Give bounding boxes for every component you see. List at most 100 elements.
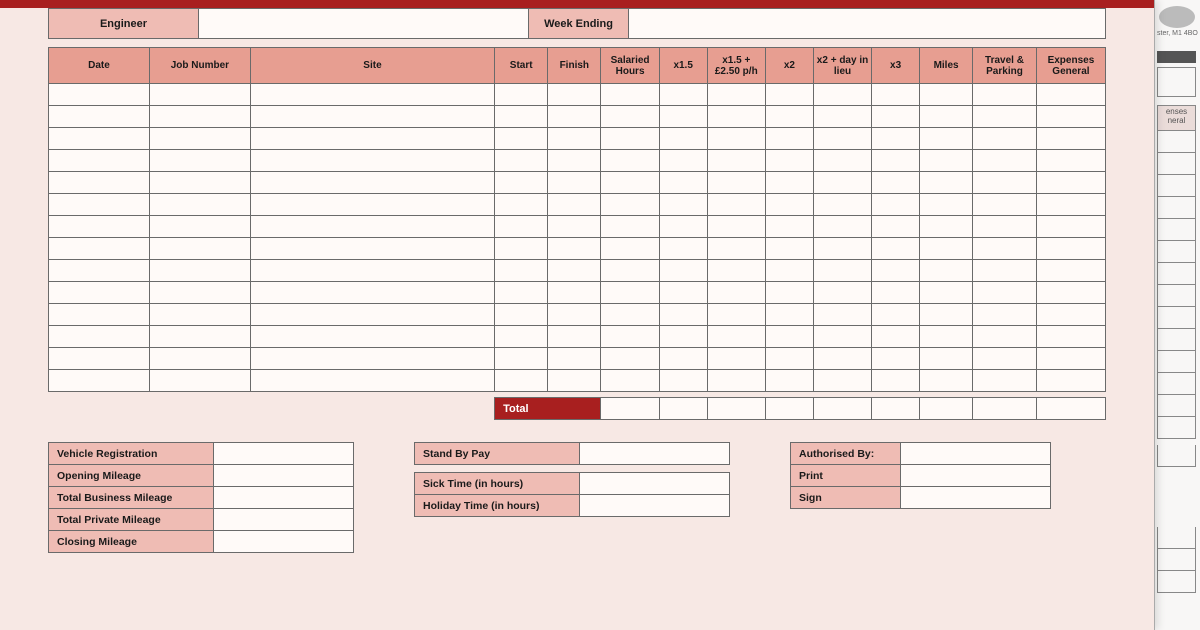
grid-cell[interactable]: [920, 238, 973, 260]
grid-cell[interactable]: [920, 150, 973, 172]
grid-cell[interactable]: [495, 304, 548, 326]
grid-cell[interactable]: [49, 194, 150, 216]
grid-cell[interactable]: [601, 150, 659, 172]
grid-cell[interactable]: [920, 172, 973, 194]
grid-cell[interactable]: [872, 216, 920, 238]
grid-cell[interactable]: [149, 370, 250, 392]
grid-cell[interactable]: [49, 216, 150, 238]
total-salaried[interactable]: [601, 398, 659, 420]
grid-cell[interactable]: [1036, 106, 1105, 128]
grid-cell[interactable]: [920, 84, 973, 106]
grid-cell[interactable]: [659, 282, 707, 304]
grid-cell[interactable]: [707, 282, 765, 304]
grid-cell[interactable]: [1036, 348, 1105, 370]
grid-cell[interactable]: [707, 238, 765, 260]
grid-cell[interactable]: [495, 370, 548, 392]
grid-cell[interactable]: [49, 106, 150, 128]
grid-cell[interactable]: [548, 106, 601, 128]
grid-cell[interactable]: [250, 348, 494, 370]
grid-cell[interactable]: [766, 194, 814, 216]
grid-cell[interactable]: [149, 260, 250, 282]
grid-cell[interactable]: [1036, 128, 1105, 150]
grid-cell[interactable]: [872, 348, 920, 370]
grid-cell[interactable]: [49, 128, 150, 150]
standby-pay-input[interactable]: [580, 443, 730, 465]
grid-cell[interactable]: [659, 172, 707, 194]
grid-cell[interactable]: [149, 128, 250, 150]
grid-cell[interactable]: [813, 150, 871, 172]
grid-cell[interactable]: [548, 260, 601, 282]
grid-cell[interactable]: [659, 150, 707, 172]
closing-mileage-input[interactable]: [214, 531, 354, 553]
grid-cell[interactable]: [548, 326, 601, 348]
grid-cell[interactable]: [495, 150, 548, 172]
grid-cell[interactable]: [920, 282, 973, 304]
sign-input[interactable]: [901, 487, 1051, 509]
grid-cell[interactable]: [1036, 150, 1105, 172]
grid-cell[interactable]: [659, 260, 707, 282]
grid-cell[interactable]: [601, 216, 659, 238]
grid-cell[interactable]: [872, 260, 920, 282]
grid-cell[interactable]: [872, 172, 920, 194]
grid-cell[interactable]: [766, 348, 814, 370]
grid-cell[interactable]: [813, 370, 871, 392]
grid-cell[interactable]: [495, 128, 548, 150]
grid-cell[interactable]: [601, 172, 659, 194]
grid-cell[interactable]: [601, 326, 659, 348]
vehicle-reg-input[interactable]: [214, 443, 354, 465]
grid-cell[interactable]: [1036, 260, 1105, 282]
grid-cell[interactable]: [659, 348, 707, 370]
grid-cell[interactable]: [250, 370, 494, 392]
grid-cell[interactable]: [659, 194, 707, 216]
grid-cell[interactable]: [49, 326, 150, 348]
grid-cell[interactable]: [973, 194, 1037, 216]
grid-cell[interactable]: [920, 216, 973, 238]
grid-cell[interactable]: [813, 128, 871, 150]
grid-cell[interactable]: [495, 282, 548, 304]
grid-cell[interactable]: [49, 370, 150, 392]
grid-cell[interactable]: [973, 150, 1037, 172]
grid-cell[interactable]: [495, 194, 548, 216]
grid-cell[interactable]: [813, 216, 871, 238]
grid-cell[interactable]: [250, 172, 494, 194]
grid-cell[interactable]: [250, 194, 494, 216]
grid-cell[interactable]: [707, 128, 765, 150]
grid-cell[interactable]: [495, 106, 548, 128]
grid-cell[interactable]: [149, 282, 250, 304]
grid-cell[interactable]: [707, 326, 765, 348]
total-x2[interactable]: [766, 398, 814, 420]
grid-cell[interactable]: [659, 106, 707, 128]
grid-cell[interactable]: [973, 348, 1037, 370]
grid-cell[interactable]: [973, 106, 1037, 128]
grid-cell[interactable]: [813, 194, 871, 216]
grid-cell[interactable]: [813, 84, 871, 106]
grid-cell[interactable]: [707, 216, 765, 238]
grid-cell[interactable]: [707, 260, 765, 282]
grid-cell[interactable]: [149, 172, 250, 194]
grid-cell[interactable]: [601, 260, 659, 282]
grid-cell[interactable]: [872, 282, 920, 304]
total-x3[interactable]: [872, 398, 920, 420]
grid-cell[interactable]: [920, 326, 973, 348]
grid-cell[interactable]: [973, 370, 1037, 392]
grid-cell[interactable]: [707, 106, 765, 128]
grid-cell[interactable]: [973, 304, 1037, 326]
grid-cell[interactable]: [601, 194, 659, 216]
grid-cell[interactable]: [813, 260, 871, 282]
grid-cell[interactable]: [920, 106, 973, 128]
grid-cell[interactable]: [766, 84, 814, 106]
grid-cell[interactable]: [49, 260, 150, 282]
grid-cell[interactable]: [766, 106, 814, 128]
grid-cell[interactable]: [250, 128, 494, 150]
total-x1-5-plus[interactable]: [707, 398, 765, 420]
week-ending-input[interactable]: [629, 9, 1106, 39]
grid-cell[interactable]: [601, 106, 659, 128]
private-mileage-input[interactable]: [214, 509, 354, 531]
grid-cell[interactable]: [659, 304, 707, 326]
grid-cell[interactable]: [49, 282, 150, 304]
grid-cell[interactable]: [548, 84, 601, 106]
grid-cell[interactable]: [1036, 326, 1105, 348]
grid-cell[interactable]: [601, 370, 659, 392]
grid-cell[interactable]: [813, 348, 871, 370]
total-x2-lieu[interactable]: [813, 398, 871, 420]
